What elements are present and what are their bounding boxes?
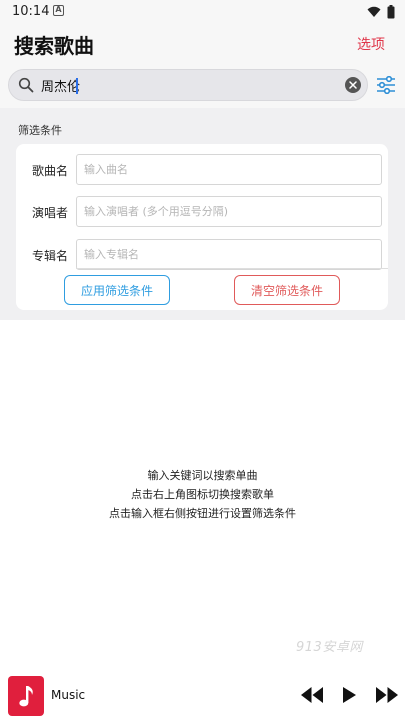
search-box[interactable] <box>8 69 368 101</box>
search-row <box>0 64 405 108</box>
song-name-row: 歌曲名 <box>16 152 388 186</box>
album-input[interactable] <box>76 239 382 270</box>
album-row: 专辑名 <box>16 237 388 271</box>
album-label: 专辑名 <box>32 249 69 263</box>
skip-next-icon[interactable] <box>375 686 399 704</box>
filter-settings-icon[interactable] <box>376 76 396 94</box>
hint-text: 输入关键词以搜索单曲 点击右上角图标切换搜索歌单 点击输入框右侧按钮进行设置筛选… <box>0 466 405 523</box>
music-note-icon <box>19 686 33 707</box>
filter-card: 歌曲名 演唱者 专辑名 应用筛选条件 清空筛选条件 <box>16 144 388 310</box>
singer-input[interactable] <box>76 196 382 227</box>
search-icon <box>18 77 34 93</box>
hint-line: 点击输入框右侧按钮进行设置筛选条件 <box>109 507 296 520</box>
album-art[interactable] <box>8 676 44 716</box>
clear-filter-button[interactable]: 清空筛选条件 <box>234 275 340 305</box>
filter-title: 筛选条件 <box>18 124 62 137</box>
notification-icon: A <box>53 5 64 16</box>
clear-icon[interactable] <box>345 77 361 93</box>
watermark: 913安卓网 <box>296 640 363 655</box>
singer-row: 演唱者 <box>16 194 388 228</box>
filter-section: 筛选条件 歌曲名 演唱者 专辑名 应用筛选条件 清空筛选条件 <box>0 108 405 320</box>
skip-previous-icon[interactable] <box>300 686 324 704</box>
options-button[interactable]: 选项 <box>357 34 385 54</box>
hint-line: 输入关键词以搜索单曲 <box>147 469 258 482</box>
apply-filter-button[interactable]: 应用筛选条件 <box>64 275 170 305</box>
search-input[interactable] <box>41 74 341 96</box>
mini-player: Music <box>0 672 405 720</box>
play-icon[interactable] <box>341 686 357 704</box>
wifi-icon <box>367 6 381 17</box>
text-cursor <box>76 78 78 94</box>
battery-icon <box>387 5 395 19</box>
divider <box>76 268 388 269</box>
status-bar: 10:14 A <box>0 0 405 24</box>
app-bar: 搜索歌曲 选项 <box>0 24 405 64</box>
track-title[interactable]: Music <box>51 688 85 702</box>
hint-line: 点击右上角图标切换搜索歌单 <box>131 488 274 501</box>
page-title: 搜索歌曲 <box>14 34 94 58</box>
song-name-label: 歌曲名 <box>32 164 69 178</box>
song-name-input[interactable] <box>76 154 382 185</box>
status-time: 10:14 <box>12 4 50 19</box>
singer-label: 演唱者 <box>32 206 69 220</box>
status-icons <box>367 4 395 20</box>
